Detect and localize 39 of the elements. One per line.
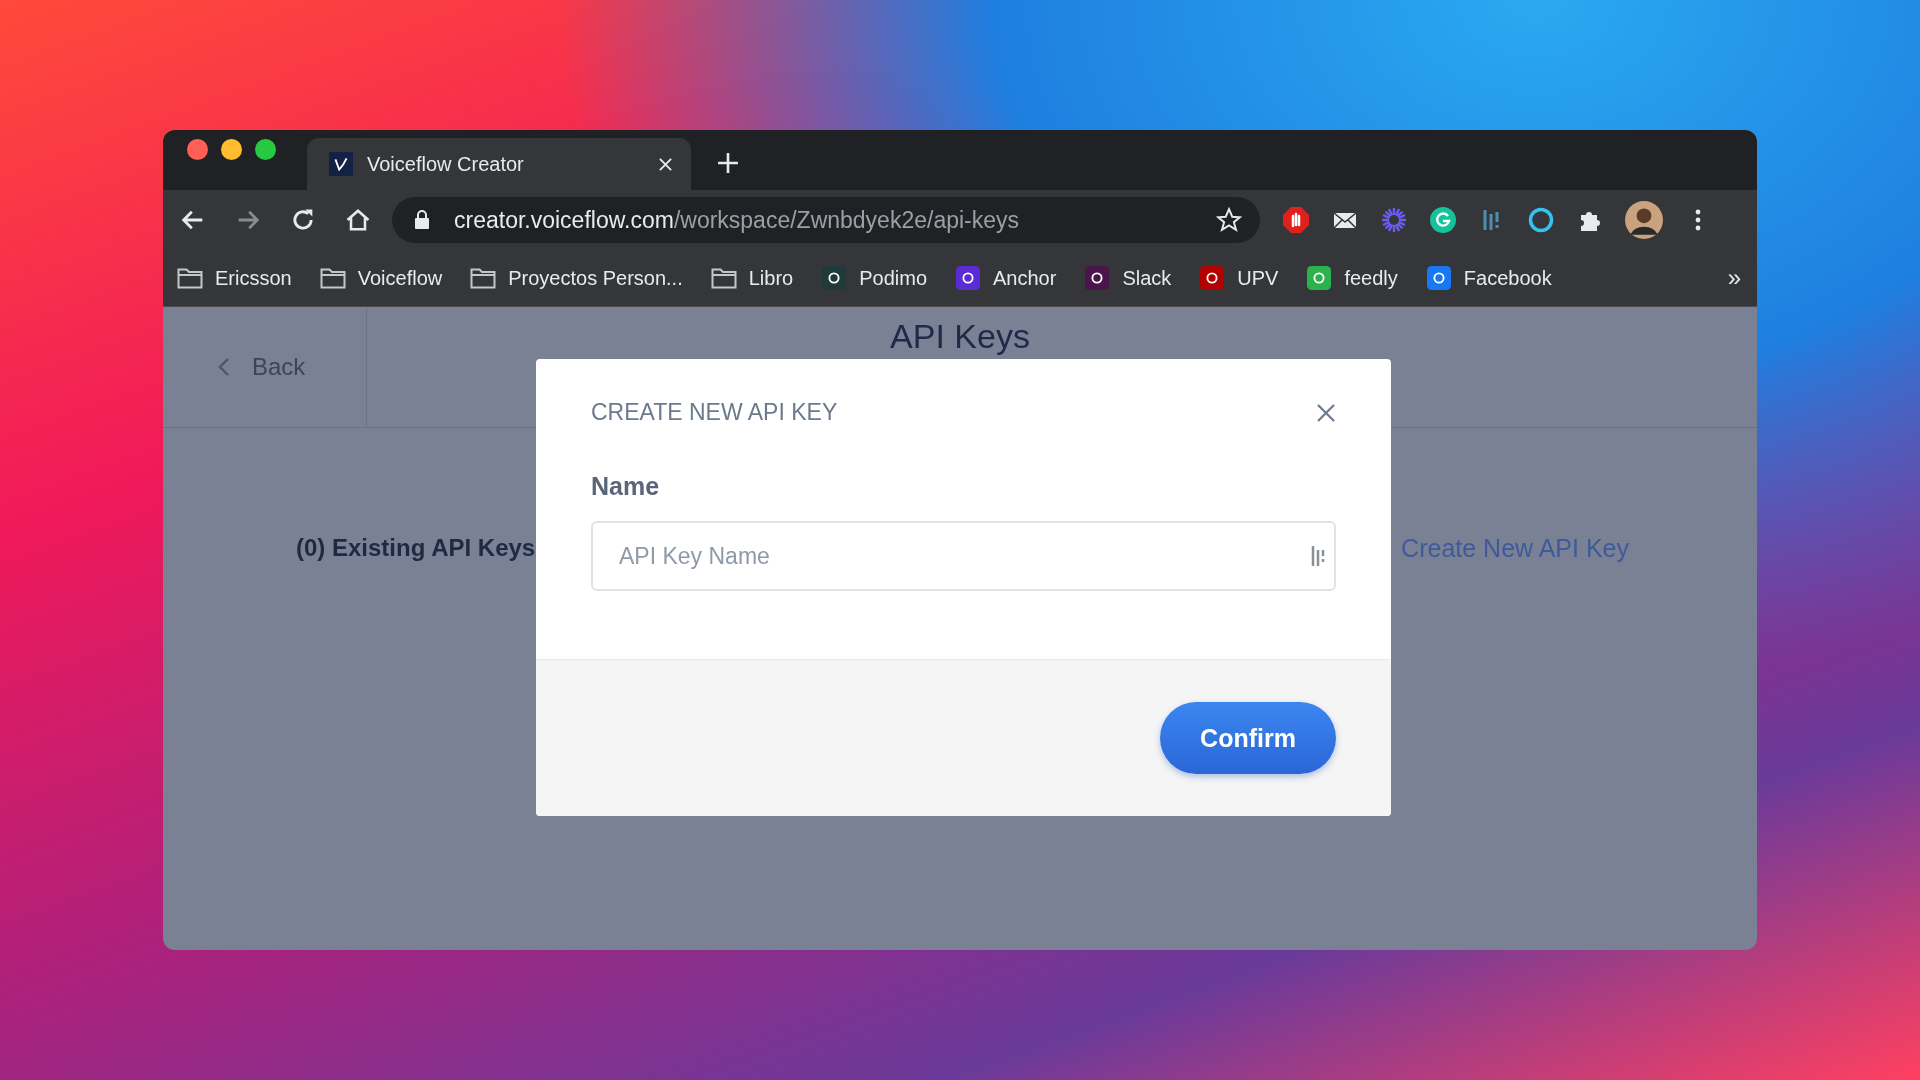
chevron-left-icon	[218, 357, 230, 377]
modal-title: CREATE NEW API KEY	[591, 399, 838, 426]
browser-tab[interactable]: Voiceflow Creator	[307, 138, 691, 190]
confirm-button[interactable]: Confirm	[1160, 702, 1336, 774]
maximize-window-icon[interactable]	[255, 139, 276, 160]
folder-icon	[177, 266, 203, 290]
bookmark[interactable]: Voiceflow	[319, 266, 443, 290]
bookmark[interactable]: Podimo	[821, 266, 928, 290]
home-icon[interactable]	[344, 206, 372, 234]
folder-icon	[470, 266, 497, 290]
name-input-field[interactable]: API Key Name	[591, 521, 1336, 591]
close-icon[interactable]	[1316, 402, 1336, 423]
bookmark[interactable]: Proyectos Person...	[470, 266, 683, 290]
avatar-icon[interactable]	[1625, 201, 1663, 239]
field-label: Name	[591, 472, 661, 501]
bookmark[interactable]: Facebook	[1425, 266, 1552, 290]
bookmark[interactable]: Slack	[1084, 266, 1172, 290]
ring-icon[interactable]	[1527, 206, 1555, 234]
address-bar[interactable]: creator.voiceflow.com/workspace/Zwnbdyek2e/api-keys	[392, 197, 1260, 243]
keys-count: (0) Existing API Keys	[296, 534, 536, 563]
logo-icon	[329, 152, 353, 176]
bars-icon	[1310, 544, 1326, 568]
new-tab-icon[interactable]	[717, 152, 739, 174]
star-icon[interactable]	[1216, 207, 1242, 233]
bookmark[interactable]: Anchor	[955, 266, 1057, 290]
page-title: API Keys	[890, 317, 1030, 355]
folder-icon	[710, 266, 737, 290]
url-text: creator.voiceflow.com/workspace/Zwnbdyek2e/api-keys	[454, 206, 1021, 234]
folder-icon	[319, 266, 346, 290]
lock-icon	[414, 210, 430, 230]
more-bookmarks-icon[interactable]: »	[1727, 264, 1741, 292]
minimize-window-icon[interactable]	[221, 139, 242, 160]
bookmark[interactable]: feedly	[1306, 266, 1398, 290]
bookmark[interactable]: Ericsson	[177, 266, 292, 290]
close-window-icon[interactable]	[187, 139, 208, 160]
bookmark[interactable]: UPV	[1199, 266, 1279, 290]
tab-title: Voiceflow Creator	[367, 152, 525, 176]
bookmark[interactable]: Libro	[710, 266, 794, 290]
asterisk-icon[interactable]	[1380, 206, 1408, 234]
